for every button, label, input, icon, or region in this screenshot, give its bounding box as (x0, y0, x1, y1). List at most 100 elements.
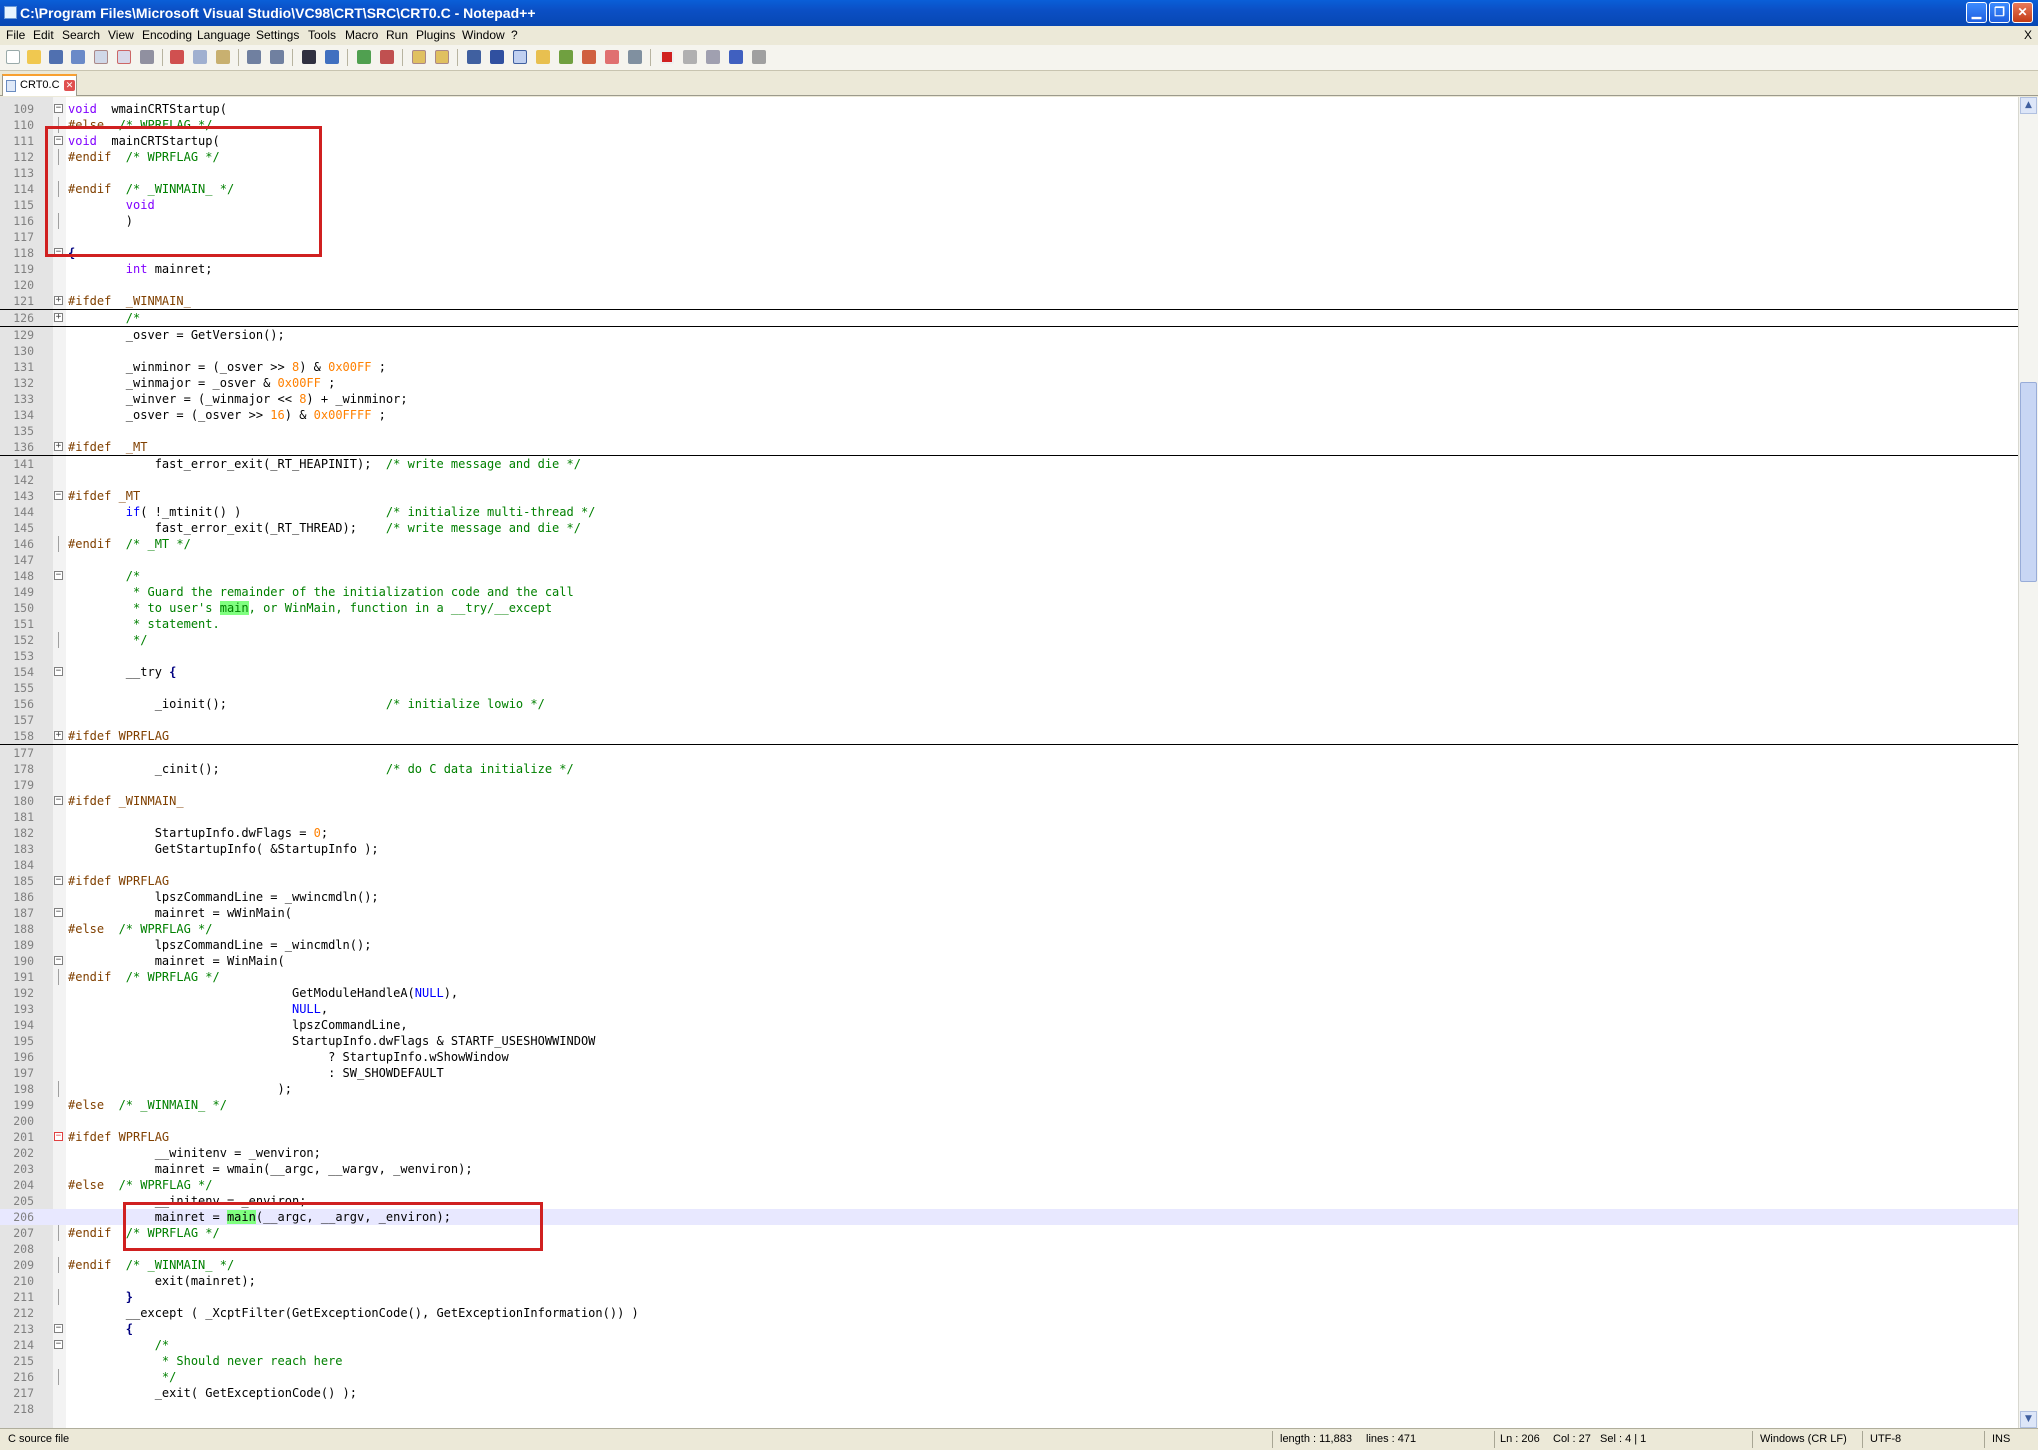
code-line[interactable]: 197 : SW_SHOWDEFAULT (0, 1065, 2018, 1081)
menu-run[interactable]: Run (386, 28, 408, 42)
code-line[interactable]: 133 _winver = (_winmajor << 8) + _winmin… (0, 391, 2018, 407)
code-line[interactable]: 126 + /* (0, 310, 2018, 327)
fold-toggle-icon[interactable]: − (54, 956, 63, 965)
code-line[interactable]: 149 * Guard the remainder of the initial… (0, 584, 2018, 600)
code-line[interactable]: 115 void (0, 197, 2018, 213)
scrollbar-thumb[interactable] (2020, 382, 2037, 582)
code-line[interactable]: 179 (0, 777, 2018, 793)
code-line[interactable]: 180 − #ifdef _WINMAIN_ (0, 793, 2018, 809)
undo-icon[interactable] (247, 50, 261, 64)
code-line[interactable]: 202 __winitenv = _wenviron; (0, 1145, 2018, 1161)
code-line[interactable]: 156 _ioinit(); /* initialize lowio */ (0, 696, 2018, 712)
code-line[interactable]: 181 (0, 809, 2018, 825)
fold-toggle-icon[interactable]: + (54, 313, 63, 322)
code-line[interactable]: 206 mainret = main(__argc, __argv, _envi… (0, 1209, 2018, 1225)
cut-icon[interactable] (170, 50, 184, 64)
close-all-icon[interactable] (117, 50, 131, 64)
fold-toggle-icon[interactable]: − (54, 136, 63, 145)
code-line[interactable]: 142 (0, 472, 2018, 488)
code-line[interactable]: 207 #endif /* WPRFLAG */ (0, 1225, 2018, 1241)
menu-settings[interactable]: Settings (256, 28, 299, 42)
code-line[interactable]: 204 #else /* WPRFLAG */ (0, 1177, 2018, 1193)
close-window-button[interactable]: ✕ (2012, 2, 2033, 23)
code-line[interactable]: 151 * statement. (0, 616, 2018, 632)
menu-encoding[interactable]: Encoding (142, 28, 192, 42)
sync-vertical-icon[interactable] (412, 50, 426, 64)
code-lines[interactable]: 109− void wmainCRTStartup(110 #else /* WPR… (0, 101, 2018, 1417)
code-line[interactable]: 147 (0, 552, 2018, 568)
code-line[interactable]: 113 (0, 165, 2018, 181)
code-line[interactable]: 141 fast_error_exit(_RT_HEAPINIT); /* wr… (0, 456, 2018, 472)
menu-macro[interactable]: Macro (345, 28, 378, 42)
menu-language[interactable]: Language (197, 28, 250, 42)
code-line[interactable]: 196 ? StartupInfo.wShowWindow (0, 1049, 2018, 1065)
menu-edit[interactable]: Edit (33, 28, 54, 42)
open-file-icon[interactable] (27, 50, 41, 64)
document-map-icon[interactable] (559, 50, 573, 64)
code-line[interactable]: 215 * Should never reach here (0, 1353, 2018, 1369)
menu-window[interactable]: Window (462, 28, 505, 42)
run-macro-multiple-icon[interactable] (729, 50, 743, 64)
code-line[interactable]: 121 + #ifdef _WINMAIN_ (0, 293, 2018, 310)
function-list-icon[interactable] (582, 50, 596, 64)
menu-search[interactable]: Search (62, 28, 100, 42)
code-line[interactable]: 145 fast_error_exit(_RT_THREAD); /* writ… (0, 520, 2018, 536)
code-line[interactable]: 182 StartupInfo.dwFlags = 0; (0, 825, 2018, 841)
code-line[interactable]: 209 #endif /* _WINMAIN_ */ (0, 1257, 2018, 1273)
code-line[interactable]: 148 − /* (0, 568, 2018, 584)
code-line[interactable]: 130 (0, 343, 2018, 359)
menu-help[interactable]: ? (511, 28, 518, 42)
code-line[interactable]: 109 − void wmainCRTStartup( (0, 101, 2018, 117)
code-line[interactable]: 184 (0, 857, 2018, 873)
indent-guide-icon[interactable] (513, 50, 527, 64)
sync-horizontal-icon[interactable] (435, 50, 449, 64)
fold-toggle-icon[interactable]: − (54, 1340, 63, 1349)
code-line[interactable]: 152 */ (0, 632, 2018, 648)
fold-toggle-icon[interactable]: − (54, 1324, 63, 1333)
code-line[interactable]: 110 #else /* WPRFLAG */ (0, 117, 2018, 133)
code-line[interactable]: 136 + #ifdef _MT (0, 439, 2018, 456)
fold-toggle-icon[interactable]: + (54, 442, 63, 451)
stop-recording-icon[interactable] (683, 50, 697, 64)
fold-toggle-icon[interactable]: − (54, 248, 63, 257)
minimize-button[interactable]: ▁ (1966, 2, 1987, 23)
code-line[interactable]: 150 * to user's main, or WinMain, functi… (0, 600, 2018, 616)
fold-toggle-icon[interactable]: − (54, 1132, 63, 1141)
code-line[interactable]: 191 #endif /* WPRFLAG */ (0, 969, 2018, 985)
menu-view[interactable]: View (108, 28, 134, 42)
code-line[interactable]: 153 (0, 648, 2018, 664)
code-line[interactable]: 116 ) (0, 213, 2018, 229)
maximize-button[interactable]: ❐ (1989, 2, 2010, 23)
code-line[interactable]: 131 _winminor = (_osver >> 8) & 0x00FF ; (0, 359, 2018, 375)
scroll-down-arrow-icon[interactable]: ▼ (2020, 1411, 2037, 1428)
code-line[interactable]: 211 } (0, 1289, 2018, 1305)
save-macro-icon[interactable] (752, 50, 766, 64)
code-line[interactable]: 158 + #ifdef WPRFLAG (0, 728, 2018, 745)
code-line[interactable]: 118 −{ (0, 245, 2018, 261)
code-line[interactable]: 188 #else /* WPRFLAG */ (0, 921, 2018, 937)
code-line[interactable]: 201 − #ifdef WPRFLAG (0, 1129, 2018, 1145)
fold-toggle-icon[interactable]: − (54, 104, 63, 113)
code-line[interactable]: 177 (0, 745, 2018, 761)
save-all-icon[interactable] (71, 50, 85, 64)
code-line[interactable]: 114 #endif /* _WINMAIN_ */ (0, 181, 2018, 197)
paste-icon[interactable] (216, 50, 230, 64)
code-line[interactable]: 111 − void mainCRTStartup( (0, 133, 2018, 149)
menu-plugins[interactable]: Plugins (416, 28, 455, 42)
fold-toggle-icon[interactable]: − (54, 667, 63, 676)
tab-crt0-c[interactable]: CRT0.C ✕ (2, 74, 77, 96)
tab-close-icon[interactable]: ✕ (64, 80, 75, 91)
code-line[interactable]: 189 lpszCommandLine = _wincmdln(); (0, 937, 2018, 953)
scroll-up-arrow-icon[interactable]: ▲ (2020, 97, 2037, 114)
fold-toggle-icon[interactable]: − (54, 876, 63, 885)
code-line[interactable]: 144 if( !_mtinit() ) /* initialize multi… (0, 504, 2018, 520)
code-line[interactable]: 218 (0, 1401, 2018, 1417)
replace-icon[interactable] (325, 50, 339, 64)
code-line[interactable]: 198 ); (0, 1081, 2018, 1097)
language-udl-icon[interactable] (536, 50, 550, 64)
close-document-button[interactable]: X (2024, 28, 2032, 42)
playback-icon[interactable] (706, 50, 720, 64)
code-line[interactable]: 210 exit(mainret); (0, 1273, 2018, 1289)
code-line[interactable]: 213 − { (0, 1321, 2018, 1337)
code-line[interactable]: 185 − #ifdef WPRFLAG (0, 873, 2018, 889)
